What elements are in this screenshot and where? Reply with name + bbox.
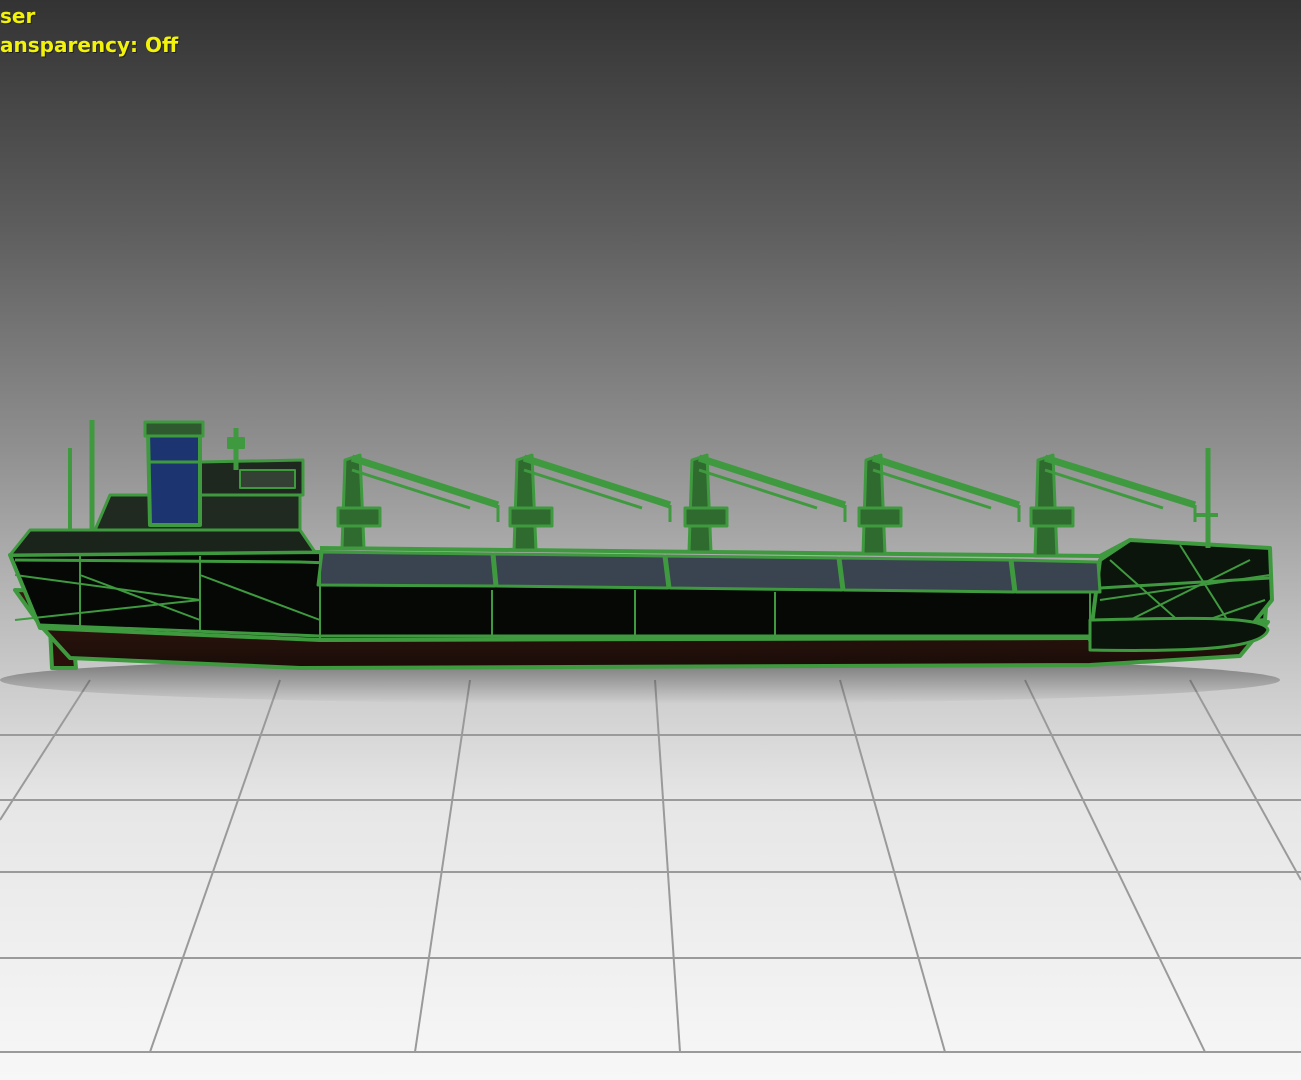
hatch-cover [1010, 558, 1102, 594]
ground-grid [0, 679, 1301, 1053]
3d-viewport[interactable]: ser ansparency: Off [0, 0, 1301, 1080]
cargo-ship-model [8, 420, 1274, 670]
cargo-crane [336, 453, 500, 550]
funnel-top [143, 420, 205, 438]
superstructure-lower [8, 528, 317, 557]
grid-line-v [1189, 679, 1301, 881]
cargo-crane [683, 453, 847, 554]
hatch-cover [316, 550, 497, 588]
funnel [146, 430, 202, 527]
scene-canvas [0, 420, 1301, 1053]
hatch-cover [838, 556, 1016, 594]
hatch-cover [492, 552, 670, 590]
cargo-crane [508, 453, 672, 552]
cargo-crane [857, 453, 1021, 556]
radar-mast-top [227, 437, 245, 449]
hatch-cover [664, 554, 844, 592]
bridge-wing [239, 469, 296, 489]
